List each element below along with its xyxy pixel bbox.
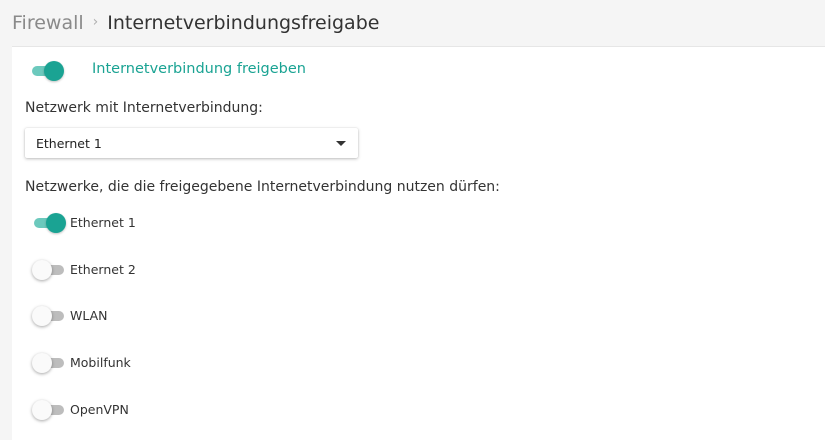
settings-panel: Internetverbindung freigeben Netzwerk mi… [12, 46, 825, 440]
source-network-label: Netzwerk mit Internetverbindung: [25, 100, 263, 116]
network-label-wlan: WLAN [70, 308, 108, 323]
chevron-right-icon: › [92, 14, 99, 30]
toggle-knob [32, 400, 52, 420]
network-label-ethernet-1: Ethernet 1 [70, 215, 136, 230]
toggle-knob [44, 61, 64, 81]
network-toggle-wlan[interactable] [32, 306, 66, 326]
source-network-value: Ethernet 1 [36, 135, 102, 151]
breadcrumb: Firewall › Internetverbindungsfreigabe [0, 0, 825, 46]
toggle-knob [32, 306, 52, 326]
network-toggle-mobilfunk[interactable] [32, 353, 66, 373]
toggle-knob [32, 353, 52, 373]
toggle-knob [46, 213, 66, 233]
network-toggle-ethernet-2[interactable] [32, 260, 66, 280]
network-toggle-openvpn[interactable] [32, 400, 66, 420]
source-network-select[interactable]: Ethernet 1 [25, 128, 358, 158]
network-label-openvpn: OpenVPN [70, 402, 129, 417]
sharing-toggle[interactable] [30, 61, 64, 81]
network-label-mobilfunk: Mobilfunk [70, 355, 131, 370]
toggle-knob [32, 260, 52, 280]
caret-down-icon [336, 141, 346, 146]
network-toggle-ethernet-1[interactable] [32, 213, 66, 233]
page-title: Internetverbindungsfreigabe [107, 12, 380, 34]
network-label-ethernet-2: Ethernet 2 [70, 262, 136, 277]
breadcrumb-firewall-link[interactable]: Firewall [12, 12, 84, 34]
sharing-toggle-label[interactable]: Internetverbindung freigeben [92, 61, 306, 77]
allowed-networks-label: Netzwerke, die die freigegebene Internet… [25, 179, 500, 195]
